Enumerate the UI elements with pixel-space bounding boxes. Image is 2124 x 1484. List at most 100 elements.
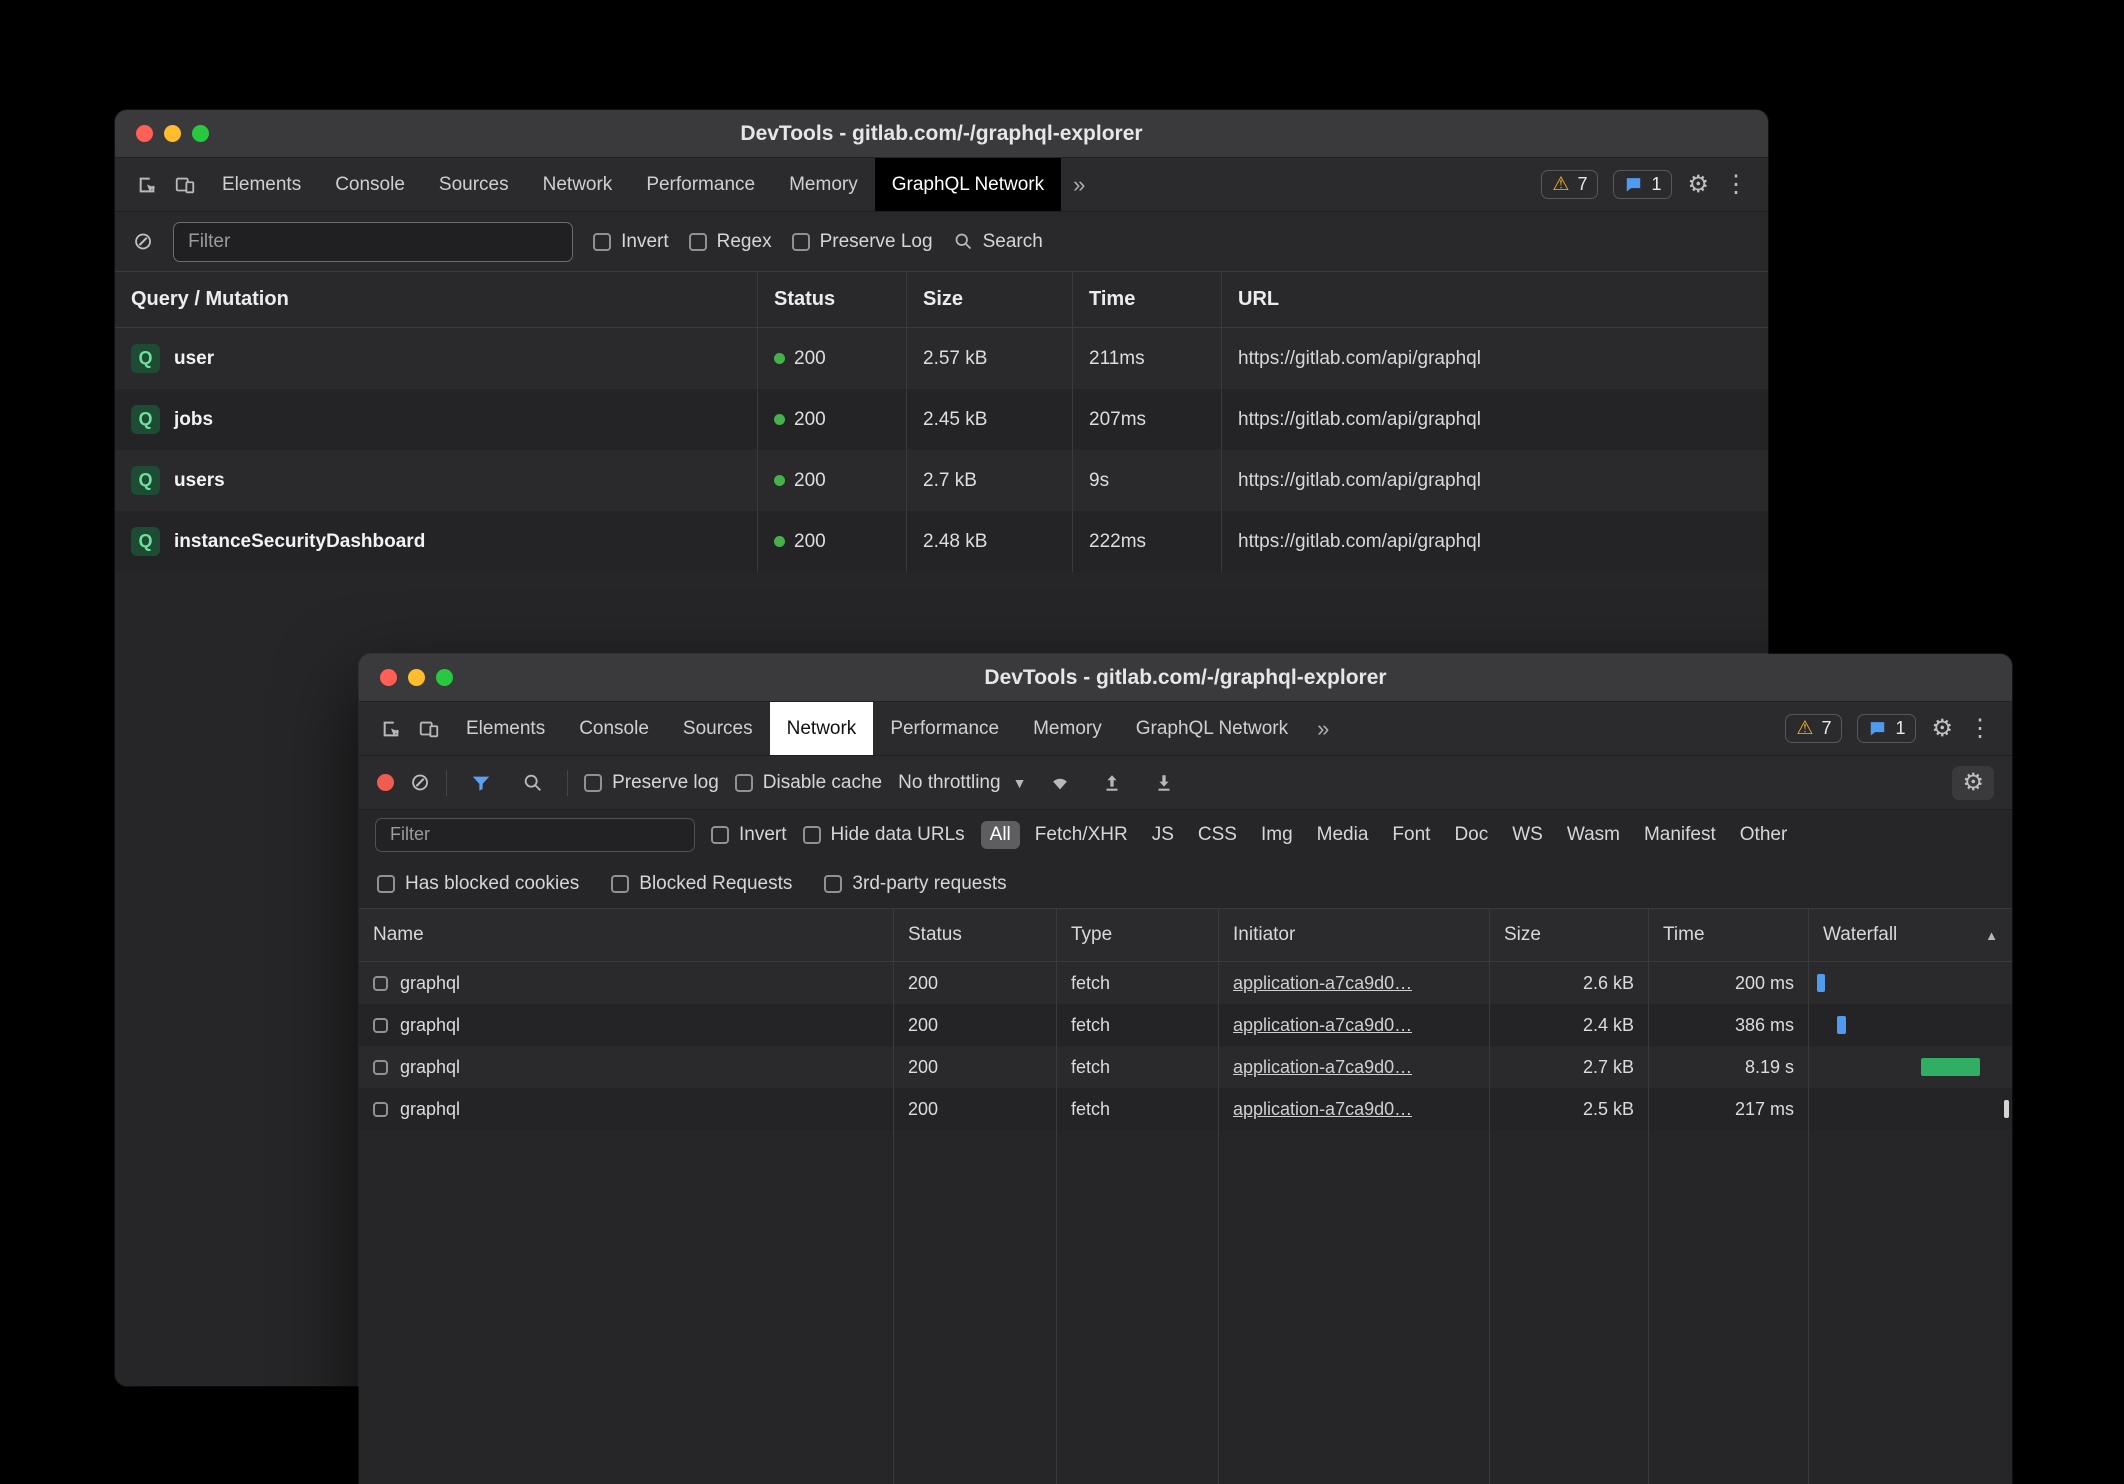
issues-badge[interactable]: 1 [1857, 714, 1916, 743]
regex-option[interactable]: Regex [689, 231, 772, 253]
row-checkbox[interactable] [373, 976, 388, 991]
query-table-row[interactable]: QinstanceSecurityDashboard2002.48 kB222m… [115, 511, 1768, 572]
disable-cache-option[interactable]: Disable cache [735, 772, 882, 794]
column-header-query-mutation[interactable]: Query / Mutation [115, 272, 758, 327]
tab-elements[interactable]: Elements [449, 702, 562, 755]
initiator-link[interactable]: application-a7ca9d0… [1233, 1015, 1412, 1036]
row-checkbox[interactable] [373, 1060, 388, 1075]
filter-pill-img[interactable]: Img [1252, 821, 1302, 849]
filter-input[interactable] [173, 222, 573, 262]
column-header-url[interactable]: URL [1222, 272, 1768, 327]
search-button[interactable]: Search [953, 231, 1043, 253]
filter-pill-fetch-xhr[interactable]: Fetch/XHR [1026, 821, 1137, 849]
warnings-badge[interactable]: ⚠ 7 [1541, 170, 1598, 199]
regex-checkbox[interactable] [689, 233, 707, 251]
request-table-row[interactable]: graphql200fetchapplication-a7ca9d0…2.7 k… [359, 1046, 2012, 1088]
has-blocked-cookies-option[interactable]: Has blocked cookies [377, 873, 579, 895]
invert-option[interactable]: Invert [711, 824, 787, 846]
search-icon[interactable] [515, 765, 551, 801]
filter-icon[interactable] [463, 765, 499, 801]
throttling-select[interactable]: No throttling ▼ [898, 772, 1026, 794]
row-checkbox[interactable] [373, 1018, 388, 1033]
warnings-badge[interactable]: ⚠ 7 [1785, 714, 1842, 743]
query-table-row[interactable]: Qjobs2002.45 kB207mshttps://gitlab.com/a… [115, 389, 1768, 450]
minimize-button[interactable] [164, 125, 181, 142]
record-button[interactable] [377, 774, 394, 791]
import-har-icon[interactable] [1094, 765, 1130, 801]
filter-pill-other[interactable]: Other [1731, 821, 1797, 849]
filter-pill-ws[interactable]: WS [1503, 821, 1552, 849]
kebab-menu-icon[interactable]: ⋮ [1724, 173, 1748, 197]
settings-gear-icon[interactable]: ⚙ [1931, 717, 1953, 741]
blocked-requests-checkbox[interactable] [611, 875, 629, 893]
hide-data-urls-option[interactable]: Hide data URLs [803, 824, 965, 846]
kebab-menu-icon[interactable]: ⋮ [1968, 717, 1992, 741]
clear-icon[interactable]: ⊘ [133, 230, 153, 254]
preserve-log-checkbox[interactable] [584, 774, 602, 792]
device-toolbar-icon[interactable] [411, 711, 447, 747]
preserve-log-checkbox[interactable] [792, 233, 810, 251]
column-header-type[interactable]: Type [1057, 909, 1219, 961]
tab-memory[interactable]: Memory [772, 158, 875, 211]
column-header-status[interactable]: Status [894, 909, 1057, 961]
column-header-status[interactable]: Status [758, 272, 907, 327]
third-party-requests-checkbox[interactable] [824, 875, 842, 893]
row-checkbox[interactable] [373, 1102, 388, 1117]
invert-checkbox[interactable] [593, 233, 611, 251]
device-toolbar-icon[interactable] [167, 167, 203, 203]
tab-graphql-network[interactable]: GraphQL Network [1119, 702, 1305, 755]
third-party-requests-option[interactable]: 3rd-party requests [824, 873, 1006, 895]
tab-performance[interactable]: Performance [873, 702, 1016, 755]
tab-graphql-network[interactable]: GraphQL Network [875, 158, 1061, 211]
request-table-row[interactable]: graphql200fetchapplication-a7ca9d0…2.4 k… [359, 1004, 2012, 1046]
invert-option[interactable]: Invert [593, 231, 669, 253]
column-header-size[interactable]: Size [1490, 909, 1649, 961]
column-header-time[interactable]: Time [1073, 272, 1222, 327]
inspect-element-icon[interactable] [373, 711, 409, 747]
inspect-element-icon[interactable] [129, 167, 165, 203]
has-blocked-cookies-checkbox[interactable] [377, 875, 395, 893]
preserve-log-option[interactable]: Preserve Log [792, 231, 933, 253]
minimize-button[interactable] [408, 669, 425, 686]
initiator-link[interactable]: application-a7ca9d0… [1233, 1099, 1412, 1120]
tab-performance[interactable]: Performance [629, 158, 772, 211]
tab-console[interactable]: Console [318, 158, 422, 211]
tab-sources[interactable]: Sources [666, 702, 770, 755]
hide-data-urls-checkbox[interactable] [803, 826, 821, 844]
filter-pill-manifest[interactable]: Manifest [1635, 821, 1725, 849]
filter-pill-media[interactable]: Media [1308, 821, 1378, 849]
filter-input[interactable] [375, 818, 695, 852]
filter-pill-doc[interactable]: Doc [1445, 821, 1497, 849]
tab-network[interactable]: Network [770, 702, 874, 755]
issues-badge[interactable]: 1 [1613, 170, 1672, 199]
filter-pill-js[interactable]: JS [1143, 821, 1183, 849]
request-table-row[interactable]: graphql200fetchapplication-a7ca9d0…2.5 k… [359, 1088, 2012, 1130]
clear-icon[interactable]: ⊘ [410, 771, 430, 795]
filter-pill-wasm[interactable]: Wasm [1558, 821, 1629, 849]
query-table-row[interactable]: Quser2002.57 kB211mshttps://gitlab.com/a… [115, 328, 1768, 389]
more-tabs-icon[interactable]: » [1063, 172, 1095, 198]
close-button[interactable] [136, 125, 153, 142]
network-settings-gear-icon[interactable]: ⚙ [1952, 766, 1994, 800]
initiator-link[interactable]: application-a7ca9d0… [1233, 973, 1412, 994]
filter-pill-css[interactable]: CSS [1189, 821, 1246, 849]
settings-gear-icon[interactable]: ⚙ [1687, 173, 1709, 197]
query-table-row[interactable]: Qusers2002.7 kB9shttps://gitlab.com/api/… [115, 450, 1768, 511]
titlebar[interactable]: DevTools - gitlab.com/-/graphql-explorer [115, 110, 1768, 158]
titlebar[interactable]: DevTools - gitlab.com/-/graphql-explorer [359, 654, 2012, 702]
zoom-button[interactable] [192, 125, 209, 142]
preserve-log-option[interactable]: Preserve log [584, 772, 719, 794]
zoom-button[interactable] [436, 669, 453, 686]
initiator-link[interactable]: application-a7ca9d0… [1233, 1057, 1412, 1078]
column-header-waterfall[interactable]: Waterfall ▲ [1809, 909, 2012, 961]
filter-pill-font[interactable]: Font [1383, 821, 1439, 849]
column-header-initiator[interactable]: Initiator [1219, 909, 1490, 961]
invert-checkbox[interactable] [711, 826, 729, 844]
blocked-requests-option[interactable]: Blocked Requests [611, 873, 792, 895]
filter-pill-all[interactable]: All [981, 821, 1020, 849]
tab-sources[interactable]: Sources [422, 158, 526, 211]
tab-network[interactable]: Network [526, 158, 630, 211]
network-conditions-icon[interactable] [1042, 765, 1078, 801]
request-table-row[interactable]: graphql200fetchapplication-a7ca9d0…2.6 k… [359, 962, 2012, 1004]
disable-cache-checkbox[interactable] [735, 774, 753, 792]
